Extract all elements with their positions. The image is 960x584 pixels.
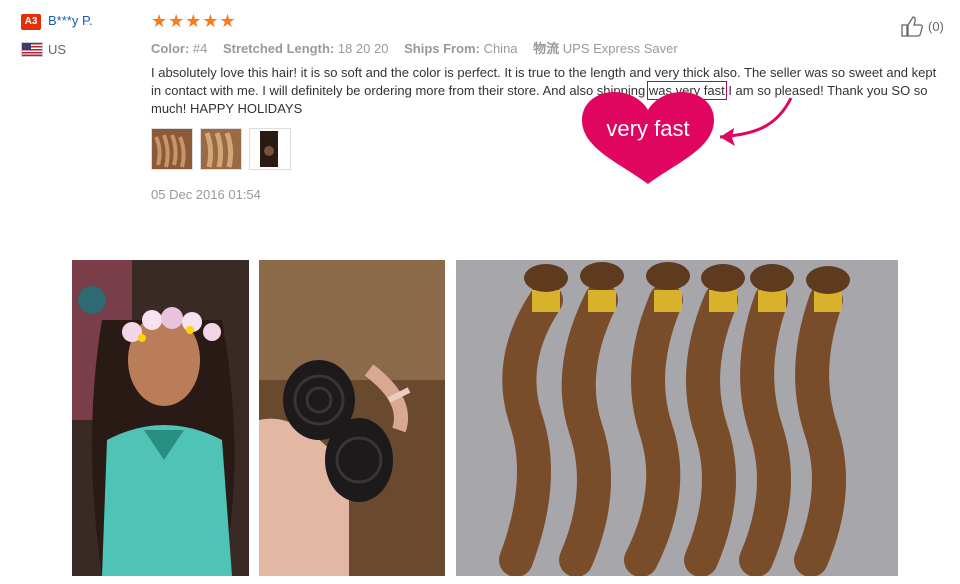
review-thumbnails: [151, 128, 291, 170]
attr-length-label: Stretched Length:: [223, 41, 335, 56]
heart-callout-label: very fast: [606, 116, 690, 141]
rating-stars: ★★★★★: [151, 11, 237, 31]
review-thumbnail-2[interactable]: [200, 128, 242, 170]
helpful-count: (0): [928, 18, 944, 34]
attr-length-value: 18 20 20: [337, 41, 389, 56]
review-text: I absolutely love this hair! it is so so…: [151, 64, 941, 118]
review-thumbnail-1[interactable]: [151, 128, 193, 170]
attr-ships-from-label: Ships From:: [404, 41, 480, 56]
attr-color-label: Color:: [151, 41, 190, 56]
reviewer-country: US: [48, 42, 67, 57]
attr-logistics-label: 物流: [533, 41, 560, 56]
attr-logistics-value: UPS Express Saver: [562, 41, 678, 56]
reviewer-name[interactable]: B***y P.: [48, 13, 93, 28]
review-date: 05 Dec 2016 01:54: [151, 187, 261, 202]
thumbs-up-icon: [901, 16, 923, 37]
review-photo-six-bundles[interactable]: [456, 260, 898, 576]
review-photo-bundle-hand[interactable]: [259, 260, 445, 576]
order-attributes: Color: #4 Stretched Length: 18 20 20 Shi…: [151, 38, 690, 57]
review-photo-selfie[interactable]: [72, 260, 249, 576]
attr-color-value: #4: [192, 41, 208, 56]
attr-ships-from-value: China: [483, 41, 518, 56]
helpful-button[interactable]: (0): [900, 15, 944, 37]
us-flag-icon: [21, 42, 43, 57]
reviewer-level-badge: A3: [21, 14, 41, 30]
review-thumbnail-3[interactable]: [249, 128, 291, 170]
